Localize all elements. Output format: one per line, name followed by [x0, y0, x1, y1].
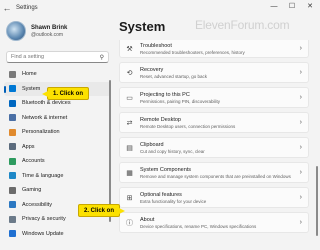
sidebar-item-label: Windows Update [22, 230, 64, 237]
setting-row-recovery[interactable]: ⟲ Recovery Reset, advanced startup, go bac… [119, 62, 309, 83]
network-icon [9, 114, 16, 122]
clipboard-icon: ▤ [126, 144, 133, 152]
setting-title: Optional features [140, 191, 182, 198]
sidebar-item-apps[interactable]: Apps [0, 140, 115, 155]
projector-icon: ▭ [126, 94, 133, 102]
callout-step-1: 1. Click on [41, 87, 90, 100]
clock-icon [9, 172, 16, 180]
info-icon: ⓘ [126, 219, 133, 227]
setting-description: Extra functionality for your device [140, 198, 207, 204]
sidebar-item-label: Gaming [22, 187, 42, 194]
sidebar-item-label: Network & internet [22, 114, 68, 121]
chevron-right-icon: › [299, 45, 302, 52]
chevron-right-icon: › [299, 144, 302, 151]
system-icon [9, 85, 16, 93]
watermark: ElevenForum.com [195, 18, 290, 32]
sidebar-scrollbar[interactable] [109, 80, 111, 222]
callout-step-2: 2. Click on [78, 204, 126, 217]
update-icon [9, 230, 16, 238]
search-icon: ⚲ [99, 54, 104, 61]
shield-icon [9, 215, 16, 223]
chevron-right-icon: › [299, 194, 302, 201]
setting-row-remote-desktop[interactable]: ⇄ Remote Desktop Remote Desktop users, con… [119, 112, 309, 133]
setting-title: Troubleshoot [140, 42, 172, 49]
main-scrollbar[interactable] [316, 166, 318, 236]
gaming-icon [9, 186, 16, 194]
setting-description: Permissions, pairing PIN, discoverabilit… [140, 98, 221, 104]
avatar [6, 21, 26, 41]
setting-title: Projecting to this PC [140, 91, 190, 98]
minimize-icon[interactable]: — [265, 0, 283, 12]
sidebar-item-time-language[interactable]: Time & language [0, 169, 115, 184]
setting-description: Remote Desktop users, connection permiss… [140, 123, 236, 129]
maximize-icon[interactable]: ☐ [283, 0, 301, 12]
setting-description: Recommended troubleshooters, preferences… [140, 49, 245, 55]
wrench-icon: ⚒ [126, 45, 133, 53]
window-controls: — ☐ ✕ [265, 0, 319, 12]
setting-description: Reset, advanced startup, go back [140, 73, 208, 79]
sidebar-item-label: Privacy & security [22, 216, 66, 223]
sidebar-item-home[interactable]: Home [0, 67, 115, 82]
sidebar-item-label: Time & language [22, 172, 64, 179]
page-title: System [119, 19, 166, 34]
settings-list: ⚒ Troubleshoot Recommended troubleshooters… [119, 40, 309, 237]
sidebar-item-label: System [22, 85, 41, 92]
setting-row-about[interactable]: ⓘ About Device specifications, rename PC, … [119, 212, 309, 233]
accounts-icon [9, 157, 16, 165]
sidebar-item-label: Bluetooth & devices [22, 100, 71, 107]
close-icon[interactable]: ✕ [301, 0, 319, 12]
setting-row-projecting-to-this-pc[interactable]: ▭ Projecting to this PC Permissions, pairi… [119, 87, 309, 108]
chevron-right-icon: › [299, 119, 302, 126]
profile-email: @outlook.com [31, 31, 64, 38]
back-arrow-icon[interactable]: ← [0, 1, 14, 15]
chevron-right-icon: › [299, 94, 302, 101]
sidebar-item-network-internet[interactable]: Network & internet [0, 111, 115, 126]
sidebar-item-accounts[interactable]: Accounts [0, 154, 115, 169]
sidebar-item-label: Accessibility [22, 201, 52, 208]
home-icon [9, 70, 16, 78]
setting-title: Remote Desktop [140, 116, 181, 123]
sidebar-item-label: Personalization [22, 129, 60, 136]
sidebar-item-gaming[interactable]: Gaming [0, 183, 115, 198]
setting-description: Cut and copy history, sync, clear [140, 148, 205, 154]
setting-row-optional-features[interactable]: ⊞ Optional features Extra functionality fo… [119, 187, 309, 208]
sidebar-item-personalization[interactable]: Personalization [0, 125, 115, 140]
setting-title: About [140, 216, 155, 223]
components-icon: ▦ [126, 169, 133, 177]
setting-row-troubleshoot[interactable]: ⚒ Troubleshoot Recommended troubleshooters… [119, 40, 309, 58]
brush-icon [9, 128, 16, 136]
chevron-right-icon: › [299, 219, 302, 226]
optional-features-icon: ⊞ [126, 194, 133, 202]
sidebar-item-label: Accounts [22, 158, 45, 165]
chevron-right-icon: › [299, 169, 302, 176]
sidebar-item-label: Apps [22, 143, 35, 150]
apps-icon [9, 143, 16, 151]
setting-row-clipboard[interactable]: ▤ Clipboard Cut and copy history, sync, cl… [119, 137, 309, 158]
setting-title: System Components [140, 166, 192, 173]
sidebar-item-windows-update[interactable]: Windows Update [0, 227, 115, 242]
setting-description: Device specifications, rename PC, Window… [140, 223, 257, 229]
profile-name: Shawn Brink [31, 24, 68, 31]
setting-row-system-components[interactable]: ▦ System Components Remove and manage syst… [119, 162, 309, 183]
user-profile[interactable]: Shawn Brink @outlook.com [0, 16, 115, 46]
search-placeholder: Find a setting [11, 54, 45, 60]
setting-description: Remove and manage system components that… [140, 173, 291, 179]
remote-desktop-icon: ⇄ [126, 119, 133, 127]
search-input[interactable]: Find a setting ⚲ [6, 51, 109, 63]
chevron-right-icon: › [299, 69, 302, 76]
setting-title: Recovery [140, 66, 164, 73]
app-title: Settings [16, 5, 38, 11]
accessibility-icon [9, 201, 16, 209]
sidebar-item-label: Home [22, 71, 37, 78]
main-pane: System ElevenForum.com ⚒ Troubleshoot Reco… [115, 16, 319, 250]
setting-title: Clipboard [140, 141, 164, 148]
recovery-icon: ⟲ [126, 69, 133, 77]
bluetooth-icon [9, 99, 16, 107]
